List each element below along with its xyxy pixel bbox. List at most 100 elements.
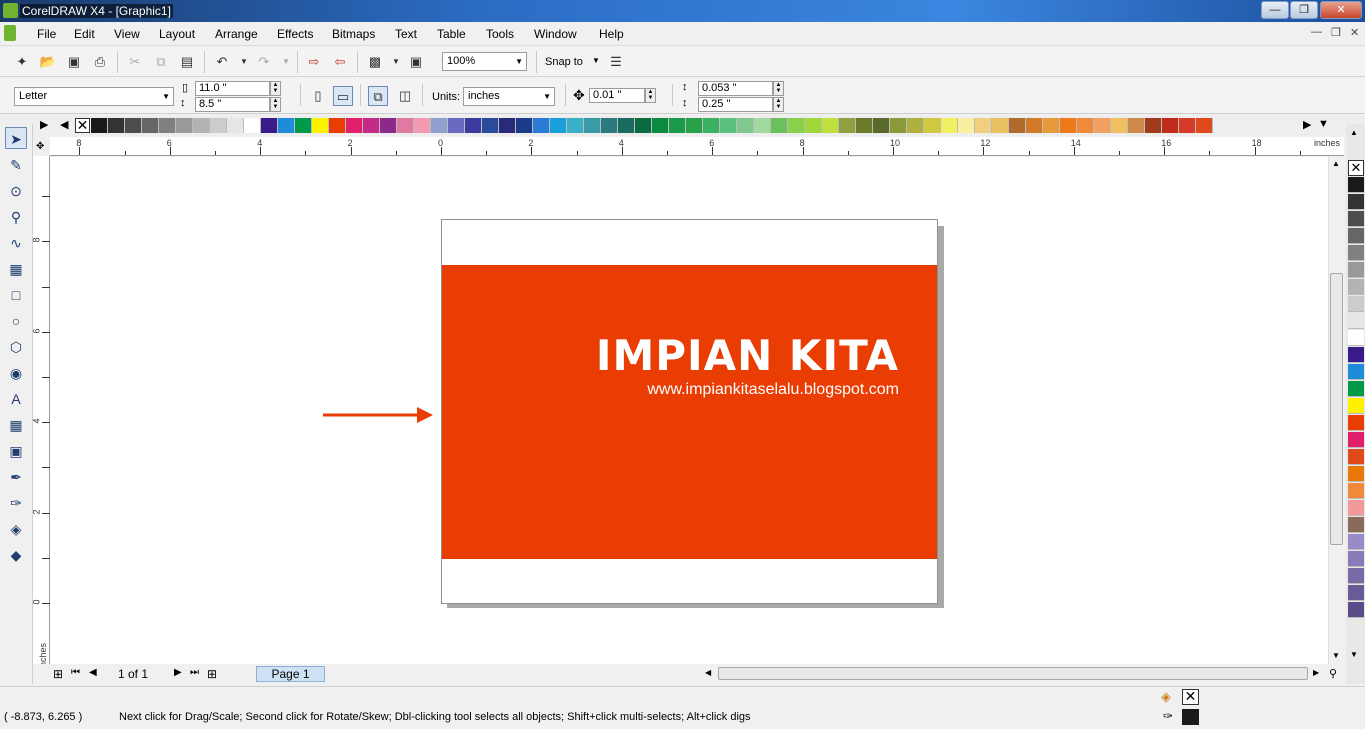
palette-swatch[interactable] <box>873 118 890 133</box>
palette-swatch[interactable] <box>312 118 329 133</box>
fill-tool-icon[interactable]: ◈ <box>5 518 27 540</box>
doc-restore-icon[interactable]: ❐ <box>1331 26 1341 39</box>
palette-swatch[interactable] <box>1094 118 1111 133</box>
palette-swatch[interactable] <box>142 118 159 133</box>
palette-swatch[interactable] <box>839 118 856 133</box>
menu-arrange[interactable]: Arrange <box>215 27 258 41</box>
palette-swatch[interactable] <box>737 118 754 133</box>
palette-swatch[interactable] <box>1348 347 1364 363</box>
portrait-icon[interactable]: ▯ <box>308 86 328 106</box>
palette-swatch[interactable] <box>363 118 380 133</box>
outline-color-swatch[interactable] <box>1182 709 1199 725</box>
palette-swatch[interactable] <box>499 118 516 133</box>
width-spinner[interactable]: ▲ ▼ <box>270 81 281 96</box>
landscape-icon[interactable]: ▭ <box>333 86 353 106</box>
palette-swatch[interactable] <box>1348 194 1364 210</box>
palette-swatch[interactable] <box>1348 551 1364 567</box>
palette-swatch[interactable] <box>771 118 788 133</box>
palette-swatch[interactable] <box>1348 517 1364 533</box>
menu-file[interactable]: File <box>37 27 56 41</box>
crop-tool-icon[interactable]: ⊙ <box>5 180 27 202</box>
palette-swatch[interactable] <box>448 118 465 133</box>
palette-swatch[interactable] <box>1348 449 1364 465</box>
palette-swatch[interactable] <box>108 118 125 133</box>
palette-swatch[interactable] <box>1348 602 1364 618</box>
menu-window[interactable]: Window <box>534 27 577 41</box>
units-select[interactable]: inches ▼ <box>463 87 555 106</box>
palette-swatch[interactable] <box>193 118 210 133</box>
menu-layout[interactable]: Layout <box>159 27 195 41</box>
palette-swatch[interactable] <box>975 118 992 133</box>
palette-swatch[interactable] <box>686 118 703 133</box>
palette-swatch[interactable] <box>1043 118 1060 133</box>
ruler-origin-icon[interactable]: ✥ <box>36 141 44 152</box>
palette-swatch[interactable] <box>1348 381 1364 397</box>
first-page-icon[interactable]: ⏮ <box>71 667 80 678</box>
palette-swatch[interactable] <box>159 118 176 133</box>
palette-swatch[interactable] <box>1348 398 1364 414</box>
all-pages-icon[interactable]: ⧉ <box>368 86 388 106</box>
palette-swatch[interactable] <box>533 118 550 133</box>
ellipse-tool-icon[interactable]: ○ <box>5 310 27 332</box>
minimize-button[interactable]: — <box>1261 1 1289 19</box>
export-icon[interactable]: ⇦ <box>330 52 350 72</box>
palette-swatch[interactable] <box>227 118 244 133</box>
next-page-icon[interactable]: ▶ <box>174 667 182 678</box>
palette-swatch[interactable] <box>1348 313 1364 329</box>
palette-swatch[interactable] <box>210 118 227 133</box>
vertical-ruler[interactable]: inches 86420 <box>32 156 50 669</box>
menu-table[interactable]: Table <box>437 27 466 41</box>
palette-swatch[interactable] <box>1348 330 1364 346</box>
doc-close-icon[interactable]: ✕ <box>1350 26 1359 39</box>
palette-swatch[interactable] <box>414 118 431 133</box>
palette-swatch[interactable] <box>635 118 652 133</box>
welcome-screen-icon[interactable]: ▣ <box>406 52 426 72</box>
duplicate-y-spinner[interactable]: ▲ ▼ <box>773 97 784 112</box>
open-icon[interactable]: 📂 <box>38 52 58 72</box>
palette-swatch[interactable] <box>431 118 448 133</box>
menu-view[interactable]: View <box>114 27 140 41</box>
palette-swatch[interactable] <box>1348 568 1364 584</box>
palette-swatch[interactable] <box>720 118 737 133</box>
palette-swatch[interactable] <box>1026 118 1043 133</box>
cut-icon[interactable]: ✂ <box>125 52 145 72</box>
palette-swatch[interactable] <box>1145 118 1162 133</box>
palette-swatch[interactable] <box>1348 585 1364 601</box>
palette-swatch[interactable] <box>1348 245 1364 261</box>
palette-swatch[interactable] <box>278 118 295 133</box>
palette-swatch[interactable] <box>1060 118 1077 133</box>
palette-swatch[interactable] <box>601 118 618 133</box>
no-color-swatch[interactable]: ✕ <box>1348 160 1364 176</box>
palette-swatch[interactable] <box>329 118 346 133</box>
redo-icon[interactable]: ↷ <box>254 52 274 72</box>
close-button[interactable]: ✕ <box>1320 1 1362 19</box>
palette-swatch[interactable] <box>1348 211 1364 227</box>
palette-swatch[interactable] <box>482 118 499 133</box>
palette-swatch[interactable] <box>1111 118 1128 133</box>
palette-swatch[interactable] <box>346 118 363 133</box>
redo-dropdown-icon[interactable]: ▼ <box>276 52 296 72</box>
palette-swatch[interactable] <box>1128 118 1145 133</box>
menu-edit[interactable]: Edit <box>74 27 95 41</box>
orange-banner[interactable]: IMPIAN KITA www.impiankitaselalu.blogspo… <box>442 265 937 559</box>
print-icon[interactable]: ⎙ <box>90 52 110 72</box>
palette-swatch[interactable] <box>669 118 686 133</box>
palette-swatch[interactable] <box>1348 432 1364 448</box>
paper-size-select[interactable]: Letter ▼ <box>14 87 174 106</box>
fill-none-swatch[interactable]: ✕ <box>1182 689 1199 705</box>
menu-bitmaps[interactable]: Bitmaps <box>332 27 375 41</box>
palette-swatch[interactable] <box>1348 415 1364 431</box>
shape-tool-icon[interactable]: ✎ <box>5 154 27 176</box>
palette-swatch[interactable] <box>1348 466 1364 482</box>
import-icon[interactable]: ⇨ <box>304 52 324 72</box>
interactive-blend-tool-icon[interactable]: ▣ <box>5 440 27 462</box>
palette-swatch[interactable] <box>380 118 397 133</box>
outline-pen-tool-icon[interactable]: ✑ <box>5 492 27 514</box>
palette-swatch[interactable] <box>1179 118 1196 133</box>
palette-swatch[interactable] <box>1162 118 1179 133</box>
paper-height-field[interactable]: 8.5 " ▲ ▼ <box>195 97 281 112</box>
palette-swatch[interactable] <box>91 118 108 133</box>
vertical-scroll-thumb[interactable] <box>1330 273 1343 545</box>
palette-scroll-right-icon[interactable]: ▶ <box>1303 118 1311 131</box>
palette-swatch[interactable] <box>1348 483 1364 499</box>
